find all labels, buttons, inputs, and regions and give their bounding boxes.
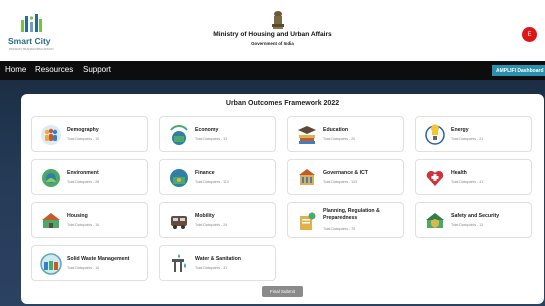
sector-datapoints: Total Datapoints - 10 xyxy=(67,137,100,141)
sector-datapoints: Total Datapoints - 16 xyxy=(67,223,100,227)
education-icon xyxy=(298,126,316,144)
sector-card-mobility[interactable]: Mobility Total Datapoints - 24 xyxy=(159,202,276,238)
top-header: Smart City MISSION TRANSFORM-NATION Mini… xyxy=(0,0,545,61)
sector-datapoints: Total Datapoints - 31 xyxy=(195,266,228,270)
sector-card-planning[interactable]: Planning, Regulation & Preparedness Tota… xyxy=(287,202,404,238)
sector-datapoints: Total Datapoints - 21 xyxy=(451,137,484,141)
sector-name: Planning, Regulation & Preparedness xyxy=(323,208,380,221)
finance-icon xyxy=(170,169,188,187)
sector-card-health[interactable]: Health Total Datapoints - 41 xyxy=(415,159,532,195)
sector-card-economy[interactable]: Economy Total Datapoints - 33 xyxy=(159,116,276,152)
sector-card-governance[interactable]: Governance & ICT Total Datapoints - 103 xyxy=(287,159,404,195)
water-icon xyxy=(172,254,186,272)
sector-card-safety[interactable]: Safety and Security Total Datapoints - 1… xyxy=(415,202,532,238)
sector-name: Housing xyxy=(67,213,88,219)
mobility-icon xyxy=(171,216,187,229)
logo-tagline: MISSION TRANSFORM-NATION xyxy=(9,47,54,51)
government-subtitle: Government of India xyxy=(251,41,294,46)
sector-name: Demography xyxy=(67,127,99,133)
sector-datapoints: Total Datapoints - 28 xyxy=(67,180,100,184)
sector-name: Environment xyxy=(67,170,99,176)
waste-icon xyxy=(40,253,62,275)
sector-card-finance[interactable]: Finance Total Datapoints - 113 xyxy=(159,159,276,195)
sector-name: Safety and Security xyxy=(451,213,500,219)
sector-datapoints: Total Datapoints - 13 xyxy=(451,223,484,227)
sector-datapoints: Total Datapoints - 33 xyxy=(195,137,228,141)
sector-datapoints: Total Datapoints - 24 xyxy=(195,223,228,227)
main-nav: Home Resources Support AMPLIFI Dashboard xyxy=(0,61,545,80)
people-icon xyxy=(41,125,61,145)
energy-icon xyxy=(425,124,445,145)
sector-name: Water & Sanitation xyxy=(195,256,241,262)
ministry-title: Ministry of Housing and Urban Affairs xyxy=(213,31,332,38)
health-icon xyxy=(426,170,444,186)
economy-icon xyxy=(170,125,188,145)
sector-card-solid-waste[interactable]: Solid Waste Management Total Datapoints … xyxy=(31,245,148,281)
sector-card-environment[interactable]: Environment Total Datapoints - 28 xyxy=(31,159,148,195)
governance-icon xyxy=(299,169,315,185)
environment-icon xyxy=(42,169,60,187)
sector-name: Solid Waste Management xyxy=(67,256,130,262)
sector-datapoints: Total Datapoints - 16 xyxy=(67,266,100,270)
sector-datapoints: Total Datapoints - 41 xyxy=(451,180,484,184)
sector-name: Economy xyxy=(195,127,219,133)
amplifi-dashboard-button[interactable]: AMPLIFI Dashboard xyxy=(492,65,545,76)
sector-name: Governance & ICT xyxy=(323,170,368,176)
sector-name: Finance xyxy=(195,170,215,176)
sector-datapoints: Total Datapoints - 113 xyxy=(195,180,229,184)
sector-card-energy[interactable]: Energy Total Datapoints - 21 xyxy=(415,116,532,152)
final-submit-button[interactable]: Final Submit xyxy=(262,286,303,297)
panel-title: Urban Outcomes Framework 2022 xyxy=(225,100,340,107)
planning-icon xyxy=(300,212,316,230)
nav-support[interactable]: Support xyxy=(83,65,111,74)
national-emblem-icon xyxy=(272,11,284,29)
nav-home[interactable]: Home xyxy=(5,65,26,74)
sector-name: Mobility xyxy=(195,213,215,219)
sector-name: Education xyxy=(323,127,349,133)
sector-card-education[interactable]: Education Total Datapoints - 20 xyxy=(287,116,404,152)
framework-panel: Urban Outcomes Framework 2022 Demography… xyxy=(21,94,544,304)
sector-datapoints: Total Datapoints - 103 xyxy=(323,180,358,184)
sector-card-water-sanitation[interactable]: Water & Sanitation Total Datapoints - 31 xyxy=(159,245,276,281)
housing-icon xyxy=(42,213,60,228)
sector-card-demography[interactable]: Demography Total Datapoints - 10 xyxy=(31,116,148,152)
sector-card-housing[interactable]: Housing Total Datapoints - 16 xyxy=(31,202,148,238)
safety-icon xyxy=(426,213,444,228)
sector-datapoints: Total Datapoints - 75 xyxy=(323,227,356,231)
sector-datapoints: Total Datapoints - 20 xyxy=(323,137,356,141)
sector-name: Energy xyxy=(451,127,469,133)
nav-resources[interactable]: Resources xyxy=(35,65,73,74)
sector-name: Health xyxy=(451,170,467,176)
user-avatar[interactable]: E xyxy=(522,27,537,42)
